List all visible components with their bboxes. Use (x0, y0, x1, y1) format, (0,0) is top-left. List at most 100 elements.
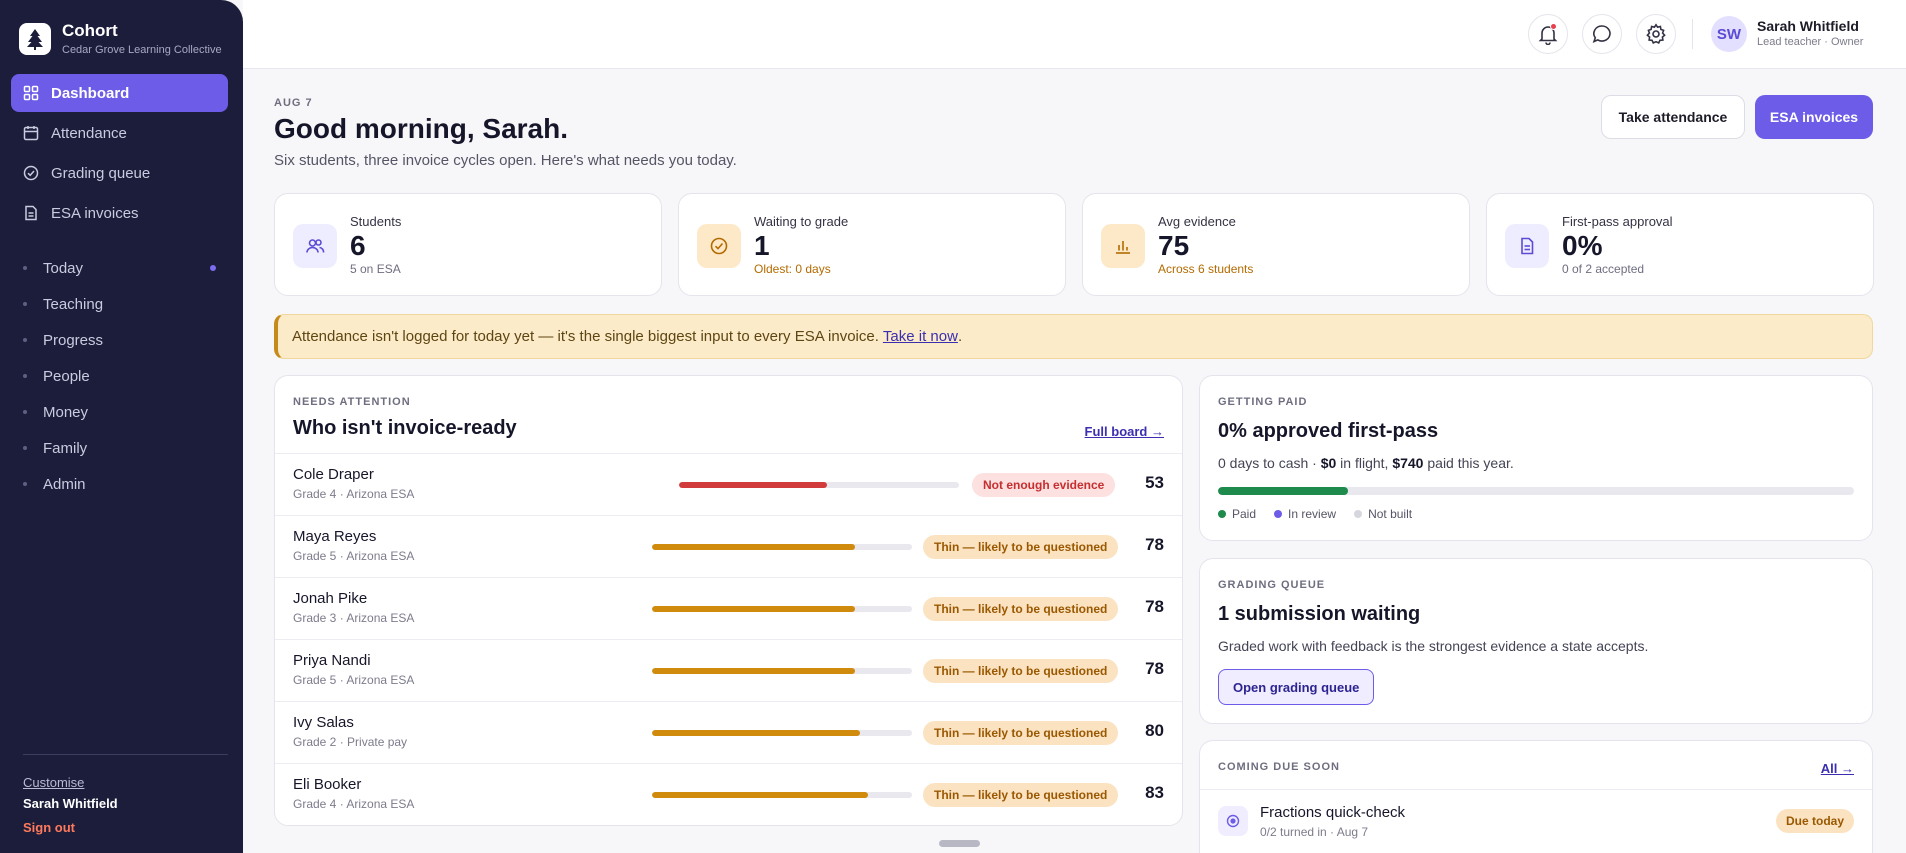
stat-label: First-pass approval (1562, 214, 1673, 229)
user-menu[interactable]: SW Sarah Whitfield Lead teacher · Owner (1711, 16, 1863, 52)
brand[interactable]: Cohort Cedar Grove Learning Collective (19, 21, 222, 57)
stat-sub: Oldest: 0 days (754, 262, 831, 276)
table-row[interactable]: Jonah Pike Grade 3 · Arizona ESA Thin — li… (275, 577, 1182, 639)
student-meta: Grade 4 · Arizona ESA (293, 487, 415, 501)
sign-out-link[interactable]: Sign out (23, 820, 228, 835)
table-row[interactable]: Priya Nandi Grade 5 · Arizona ESA Thin — l… (275, 639, 1182, 701)
nav-label: Money (43, 403, 89, 421)
evidence-bar (652, 606, 912, 612)
status-badge: Not enough evidence (972, 473, 1116, 497)
tree-logo-icon (19, 23, 51, 55)
evidence-bar-fill (652, 668, 855, 674)
student-name: Maya Reyes (293, 528, 377, 545)
document-icon (1505, 224, 1549, 268)
evidence-bar (652, 544, 912, 550)
bullet-icon (23, 374, 27, 378)
evidence-bar-fill (652, 544, 855, 550)
evidence-bar (652, 792, 912, 798)
student-name: Priya Nandi (293, 652, 371, 669)
student-name: Eli Booker (293, 776, 362, 793)
scrollbar-handle[interactable] (939, 840, 980, 847)
grading-queue-card: GRADING QUEUE 1 submission waiting Grade… (1199, 558, 1873, 724)
nav-item-money[interactable]: Money (11, 394, 228, 430)
stat-value: 6 (350, 230, 366, 261)
page-subtitle: Six students, three invoice cycles open.… (274, 152, 737, 169)
list-item[interactable]: Fractions quick-check 0/2 turned in · Au… (1200, 789, 1872, 851)
evidence-bar (679, 482, 959, 488)
bullet-icon (23, 482, 27, 486)
nav-item-teaching[interactable]: Teaching (11, 286, 228, 322)
evidence-bar-fill (652, 792, 868, 798)
chat-bubble-icon (1592, 25, 1611, 43)
alert-text: Attendance isn't logged for today yet — … (292, 328, 879, 345)
evidence-score: 78 (1145, 535, 1164, 554)
table-row[interactable]: Ivy Salas Grade 2 · Private pay Thin — lik… (275, 701, 1182, 763)
legend-in-review: In review (1274, 507, 1336, 521)
nav-item-people[interactable]: People (11, 358, 228, 394)
card-title: 0% approved first-pass (1218, 420, 1439, 442)
check-circle-icon (23, 165, 39, 181)
customise-link[interactable]: Customise (23, 775, 228, 790)
student-name: Jonah Pike (293, 590, 368, 607)
status-badge: Due today (1775, 809, 1854, 833)
nav-item-esa-invoices[interactable]: ESA invoices (11, 194, 228, 232)
nav-item-family[interactable]: Family (11, 430, 228, 466)
stat-card-students[interactable]: Students 6 5 on ESA (274, 193, 662, 296)
esa-invoices-button[interactable]: ESA invoices (1755, 95, 1873, 139)
messages-button[interactable] (1582, 14, 1622, 54)
stat-label: Waiting to grade (754, 214, 849, 229)
evidence-bar-fill (652, 730, 860, 736)
student-meta: Grade 4 · Arizona ESA (293, 797, 415, 811)
nav-item-admin[interactable]: Admin (11, 466, 228, 502)
stat-sub: 5 on ESA (350, 262, 401, 276)
full-board-link[interactable]: Full board → (1085, 424, 1164, 439)
stat-card-first-pass-approval[interactable]: First-pass approval 0% 0 of 2 accepted (1486, 193, 1874, 296)
paid-progress-fill (1218, 487, 1349, 495)
nav-item-grading-queue[interactable]: Grading queue (11, 154, 228, 192)
bullet-icon (23, 446, 27, 450)
nav-item-today[interactable]: Today (11, 250, 228, 286)
take-attendance-button[interactable]: Take attendance (1601, 95, 1745, 139)
notifications-button[interactable] (1528, 14, 1568, 54)
stat-sub: 0 of 2 accepted (1562, 262, 1645, 276)
grid-icon (23, 85, 39, 101)
stat-value: 0% (1562, 230, 1603, 261)
stat-label: Students (350, 214, 402, 229)
stat-card-avg-evidence[interactable]: Avg evidence 75 Across 6 students (1082, 193, 1470, 296)
student-name: Cole Draper (293, 466, 374, 483)
table-row[interactable]: Eli Booker Grade 4 · Arizona ESA Thin — li… (275, 763, 1182, 825)
open-grading-queue-button[interactable]: Open grading queue (1218, 669, 1375, 705)
nav-item-attendance[interactable]: Attendance (11, 114, 228, 152)
status-badge: Thin — likely to be questioned (923, 659, 1119, 683)
assignment-meta: 0/2 turned in · Aug 7 (1260, 825, 1369, 839)
nav-label: ESA invoices (51, 204, 139, 222)
table-row[interactable]: Cole Draper Grade 4 · Arizona ESA Not enou… (275, 453, 1182, 515)
settings-button[interactable] (1636, 14, 1676, 54)
nav-label: Progress (43, 331, 104, 349)
nav-item-dashboard[interactable]: Dashboard (11, 74, 228, 112)
table-row[interactable]: Maya Reyes Grade 5 · Arizona ESA Thin — li… (275, 515, 1182, 577)
status-badge: Thin — likely to be questioned (923, 783, 1119, 807)
divider (1692, 19, 1693, 49)
take-it-now-link[interactable]: Take it now (883, 328, 958, 345)
stat-value: 1 (754, 230, 770, 261)
evidence-score: 83 (1145, 783, 1164, 802)
radio-dot-icon (1218, 806, 1248, 836)
evidence-score: 53 (1145, 473, 1164, 492)
brand-subtitle: Cedar Grove Learning Collective (62, 44, 222, 56)
legend-paid: Paid (1218, 507, 1256, 521)
nav-label: Admin (43, 475, 86, 493)
evidence-bar-fill (652, 606, 855, 612)
nav-item-progress[interactable]: Progress (11, 322, 228, 358)
status-badge: Thin — likely to be questioned (923, 597, 1119, 621)
evidence-bar-fill (679, 482, 828, 488)
card-title: Who isn't invoice-ready (293, 417, 517, 439)
stat-sub: Across 6 students (1158, 262, 1254, 276)
sidebar-user-name: Sarah Whitfield (23, 796, 118, 811)
stat-card-waiting-to-grade[interactable]: Waiting to grade 1 Oldest: 0 days (678, 193, 1066, 296)
user-name: Sarah Whitfield (1757, 18, 1859, 34)
attendance-alert: Attendance isn't logged for today yet — … (274, 314, 1873, 359)
status-badge: Thin — likely to be questioned (923, 721, 1119, 745)
sidebar-footer: Customise Sarah Whitfield Sign out (23, 754, 228, 835)
all-link[interactable]: All → (1821, 761, 1854, 776)
